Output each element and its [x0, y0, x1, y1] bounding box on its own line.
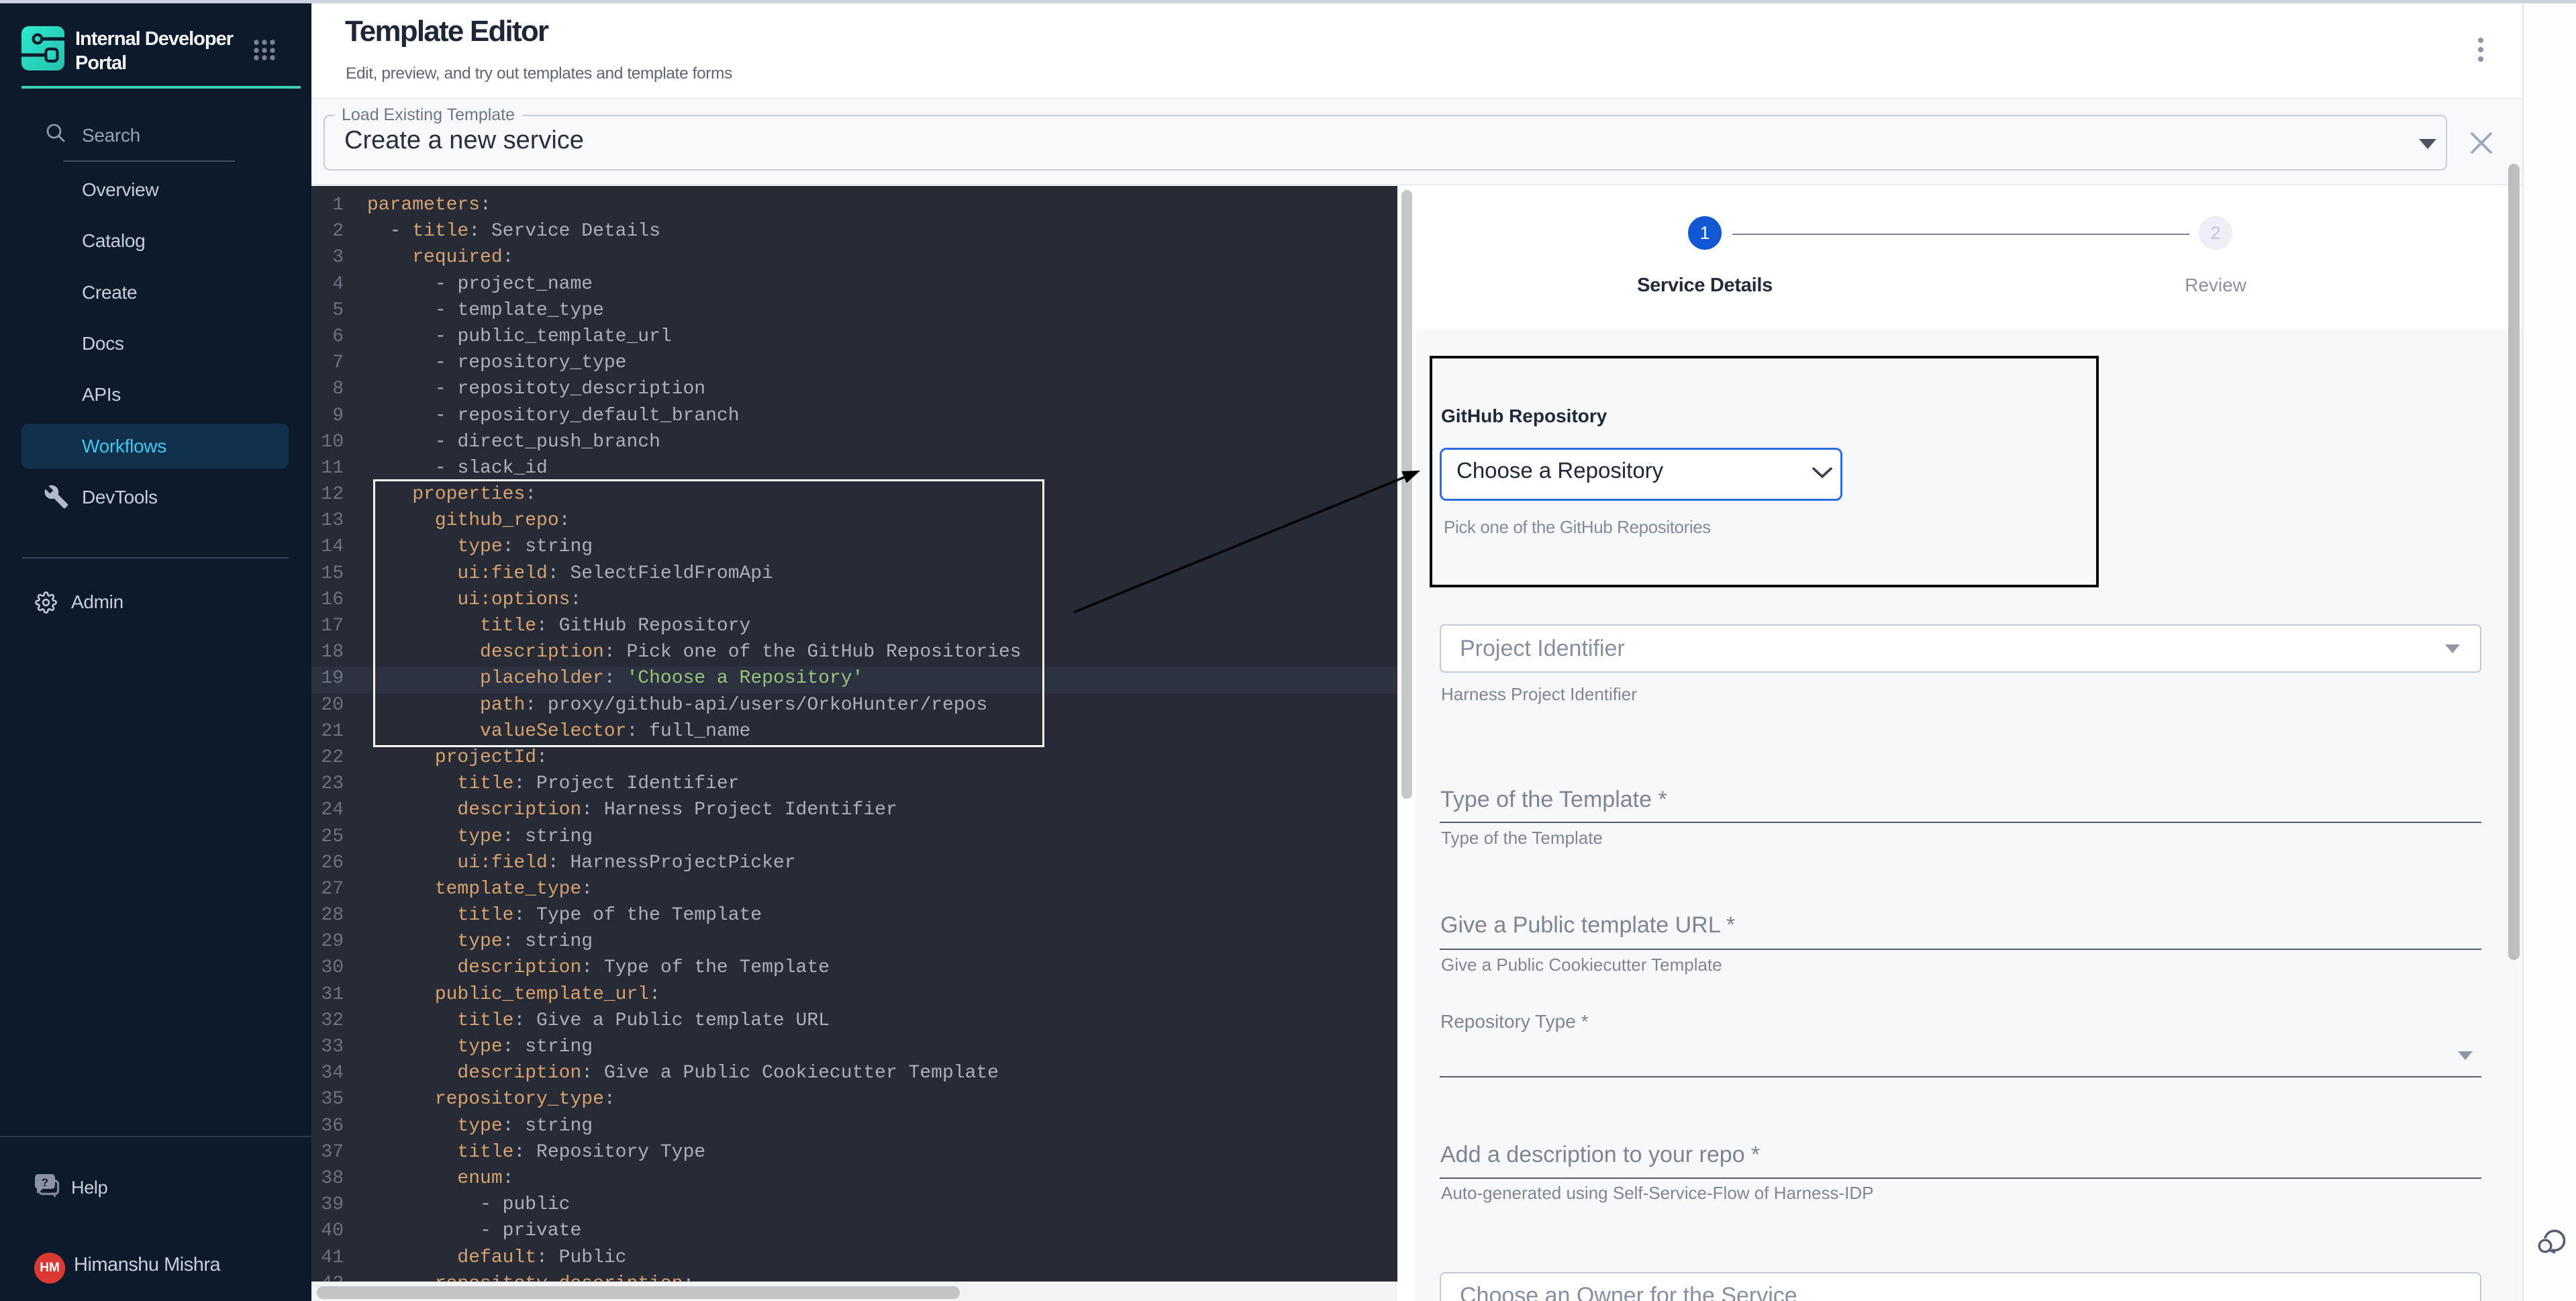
svg-text:?: ? — [42, 1176, 48, 1189]
